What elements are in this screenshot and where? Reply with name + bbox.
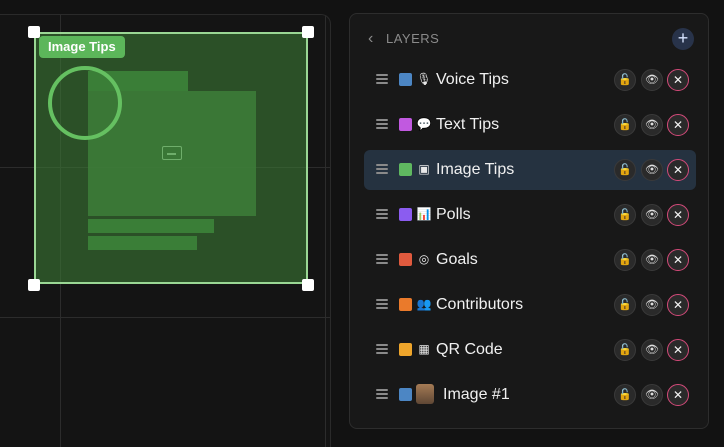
- resize-handle-bottom-right[interactable]: [302, 279, 314, 291]
- visibility-toggle-button[interactable]: 👁: [641, 69, 663, 91]
- lock-toggle-button[interactable]: 🔓: [614, 384, 636, 406]
- layer-row-goals[interactable]: ◎ Goals 🔓 👁 ✕: [364, 240, 696, 280]
- layer-color-swatch[interactable]: [399, 208, 412, 221]
- layer-row-voice-tips[interactable]: 🎙 Voice Tips 🔓 👁 ✕: [364, 60, 696, 100]
- visibility-toggle-button[interactable]: 👁: [641, 159, 663, 181]
- layer-color-swatch[interactable]: [399, 343, 412, 356]
- layer-name: Text Tips: [436, 116, 500, 133]
- delete-layer-button[interactable]: ✕: [667, 204, 689, 226]
- resize-handle-top-left[interactable]: [28, 26, 40, 38]
- lock-toggle-button[interactable]: 🔓: [614, 204, 636, 226]
- image-icon: ▣: [418, 162, 430, 176]
- avatar: [416, 384, 434, 404]
- add-layer-button[interactable]: +: [672, 28, 694, 50]
- delete-layer-button[interactable]: ✕: [667, 249, 689, 271]
- layer-name: Contributors: [436, 296, 524, 313]
- placeholder-bar: [88, 219, 214, 233]
- layer-row-contributors[interactable]: 👥 Contributors 🔓 👁 ✕: [364, 285, 696, 325]
- drag-handle-icon[interactable]: [376, 209, 388, 219]
- placeholder-bar: [88, 236, 197, 250]
- avatar-placeholder-ring: [48, 66, 122, 140]
- visibility-toggle-button[interactable]: 👁: [641, 294, 663, 316]
- layer-row-polls[interactable]: 📊 Polls 🔓 👁 ✕: [364, 195, 696, 235]
- drag-handle-icon[interactable]: [376, 119, 388, 129]
- layer-row-qr-code[interactable]: ▦ QR Code 🔓 👁 ✕: [364, 330, 696, 370]
- layer-color-swatch[interactable]: [399, 253, 412, 266]
- drag-handle-icon[interactable]: [376, 164, 388, 174]
- grid-line: [0, 317, 330, 318]
- layer-color-swatch[interactable]: [399, 73, 412, 86]
- image-placeholder-icon: [162, 146, 182, 160]
- delete-layer-button[interactable]: ✕: [667, 339, 689, 361]
- layer-name: Voice Tips: [436, 71, 509, 88]
- selection-label: Image Tips: [39, 36, 125, 58]
- speech-bubble-icon: 💬: [416, 117, 432, 131]
- layer-color-swatch[interactable]: [399, 298, 412, 311]
- visibility-toggle-button[interactable]: 👁: [641, 204, 663, 226]
- visibility-toggle-button[interactable]: 👁: [641, 384, 663, 406]
- lock-toggle-button[interactable]: 🔓: [614, 69, 636, 91]
- delete-layer-button[interactable]: ✕: [667, 384, 689, 406]
- drag-handle-icon[interactable]: [376, 254, 388, 264]
- bar-chart-icon: 📊: [416, 207, 432, 221]
- lock-toggle-button[interactable]: 🔓: [614, 294, 636, 316]
- layer-row-image-1[interactable]: Image #1 🔓 👁 ✕: [364, 375, 696, 415]
- drag-handle-icon[interactable]: [376, 344, 388, 354]
- layer-name: Polls: [436, 206, 471, 223]
- delete-layer-button[interactable]: ✕: [667, 159, 689, 181]
- target-icon: ◎: [418, 252, 430, 266]
- layer-color-swatch[interactable]: [399, 388, 412, 401]
- layers-header: ‹ LAYERS +: [350, 28, 708, 50]
- layer-row-text-tips[interactable]: 💬 Text Tips 🔓 👁 ✕: [364, 105, 696, 145]
- panel-title: LAYERS: [386, 31, 440, 46]
- layers-panel: ‹ LAYERS + 🎙 Voice Tips 🔓 👁 ✕ 💬 Text Tips 🔓 👁 ✕ ▣ I…: [349, 13, 709, 429]
- layer-name: Image #1: [443, 386, 510, 403]
- visibility-toggle-button[interactable]: 👁: [641, 339, 663, 361]
- drag-handle-icon[interactable]: [376, 389, 388, 399]
- delete-layer-button[interactable]: ✕: [667, 69, 689, 91]
- qr-code-icon: ▦: [418, 342, 430, 356]
- visibility-toggle-button[interactable]: 👁: [641, 114, 663, 136]
- layer-row-image-tips[interactable]: ▣ Image Tips 🔓 👁 ✕: [364, 150, 696, 190]
- lock-toggle-button[interactable]: 🔓: [614, 159, 636, 181]
- layer-name: Goals: [436, 251, 478, 268]
- lock-toggle-button[interactable]: 🔓: [614, 249, 636, 271]
- visibility-toggle-button[interactable]: 👁: [641, 249, 663, 271]
- grid-line: [325, 15, 326, 447]
- delete-layer-button[interactable]: ✕: [667, 294, 689, 316]
- layer-name: Image Tips: [436, 161, 515, 178]
- chevron-left-icon[interactable]: ‹: [368, 30, 373, 48]
- layer-color-swatch[interactable]: [399, 118, 412, 131]
- lock-toggle-button[interactable]: 🔓: [614, 339, 636, 361]
- drag-handle-icon[interactable]: [376, 299, 388, 309]
- delete-layer-button[interactable]: ✕: [667, 114, 689, 136]
- people-icon: 👥: [416, 297, 432, 311]
- layer-name: QR Code: [436, 341, 503, 358]
- lock-toggle-button[interactable]: 🔓: [614, 114, 636, 136]
- drag-handle-icon[interactable]: [376, 74, 388, 84]
- resize-handle-bottom-left[interactable]: [28, 279, 40, 291]
- layer-color-swatch[interactable]: [399, 163, 412, 176]
- microphone-icon: 🎙: [416, 72, 432, 86]
- resize-handle-top-right[interactable]: [302, 26, 314, 38]
